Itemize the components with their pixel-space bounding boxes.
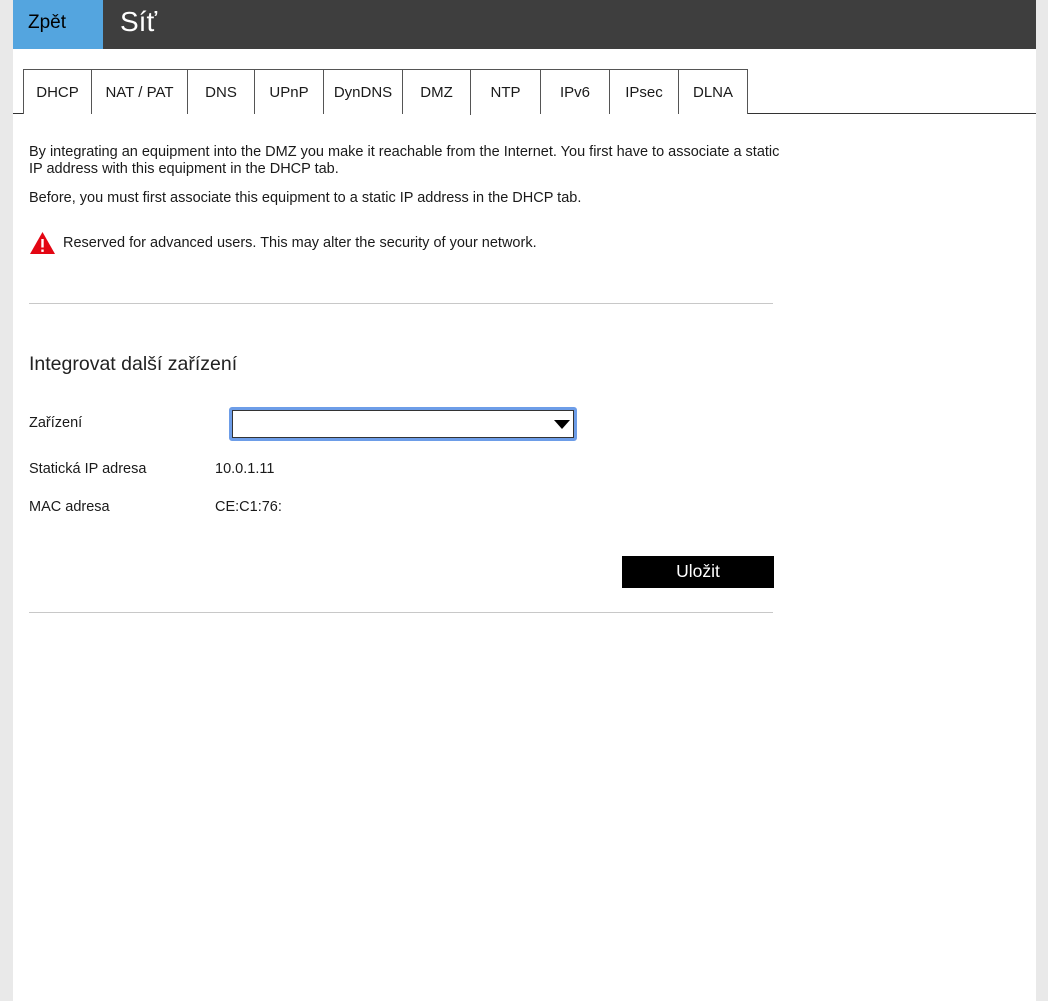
chevron-down-icon (554, 420, 570, 429)
tab-bar: DHCP NAT / PAT DNS UPnP DynDNS DMZ NTP I… (13, 69, 1036, 115)
static-ip-value: 10.0.1.11 (215, 461, 275, 477)
tab-dyndns[interactable]: DynDNS (324, 69, 403, 114)
tab-ipv6[interactable]: IPv6 (541, 69, 610, 114)
tab-dns[interactable]: DNS (188, 69, 255, 114)
section-title: Integrovat další zařízení (29, 353, 238, 375)
tab-ipsec[interactable]: IPsec (610, 69, 679, 114)
tab-upnp[interactable]: UPnP (255, 69, 324, 114)
main-window: Zpět Síť DHCP NAT / PAT DNS UPnP DynDNS … (13, 0, 1036, 1001)
tab-dhcp[interactable]: DHCP (23, 69, 92, 114)
device-select[interactable] (229, 407, 577, 441)
static-ip-label: Statická IP adresa (29, 461, 147, 477)
tab-dmz[interactable]: DMZ (403, 69, 471, 115)
tab-dlna[interactable]: DLNA (679, 69, 748, 114)
divider (29, 612, 773, 613)
mac-label: MAC adresa (29, 499, 110, 515)
device-label: Zařízení (29, 415, 83, 431)
tab-ntp[interactable]: NTP (471, 69, 541, 114)
warning-text: Reserved for advanced users. This may al… (63, 235, 537, 251)
page-title: Síť (120, 6, 157, 37)
top-bar: Zpět Síť (13, 0, 1036, 49)
mac-value: CE:C1:76: (215, 499, 282, 515)
save-button[interactable]: Uložit (622, 556, 774, 588)
warning-icon (29, 231, 56, 255)
intro-note: Before, you must first associate this eq… (29, 190, 582, 206)
device-select-box (232, 410, 574, 438)
divider (29, 303, 773, 304)
tab-nat-pat[interactable]: NAT / PAT (92, 69, 188, 114)
intro-text: By integrating an equipment into the DMZ… (29, 144, 780, 177)
back-button[interactable]: Zpět (13, 0, 103, 49)
warning-notice: Reserved for advanced users. This may al… (29, 230, 537, 256)
